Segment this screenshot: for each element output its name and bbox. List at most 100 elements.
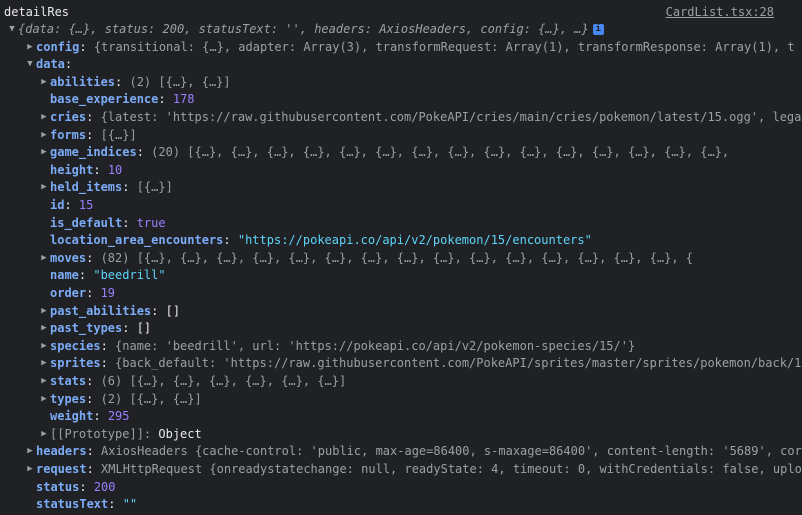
- property-key: id: [50, 197, 65, 212]
- colon: :: [122, 215, 137, 230]
- expand-right-icon[interactable]: ▶: [38, 127, 50, 144]
- expand-right-icon[interactable]: ▶: [38, 303, 50, 320]
- property-key: name: [50, 268, 79, 283]
- expand-right-icon[interactable]: ▶: [38, 338, 50, 355]
- property-row-status: ▶status: 200: [0, 479, 802, 496]
- property-value: {back_default: 'https://raw.githubuserco…: [115, 356, 802, 371]
- property-row-location-area-encounters: ▶location_area_encounters: "https://poke…: [0, 232, 802, 249]
- root-object-row[interactable]: ▼ {data: {…}, status: 200, statusText: ''…: [0, 21, 802, 38]
- colon: :: [86, 127, 101, 142]
- property-row-moves[interactable]: ▶ moves: (82) [{…}, {…}, {…}, {…}, {…}, {…: [0, 250, 802, 267]
- property-key: [[Prototype]]: [50, 426, 144, 441]
- expand-right-icon[interactable]: ▶: [38, 426, 50, 443]
- expand-right-icon[interactable]: ▶: [24, 461, 36, 478]
- expand-right-icon[interactable]: ▶: [38, 391, 50, 408]
- property-row-is-default: ▶is_default: true: [0, 215, 802, 232]
- property-key: statusText: [36, 497, 109, 512]
- expand-right-icon[interactable]: ▶: [38, 373, 50, 390]
- property-row-config[interactable]: ▶ config: {transitional: {…}, adapter: Ar…: [0, 39, 802, 56]
- property-row-id: ▶id: 15: [0, 197, 802, 214]
- property-value: Object: [158, 426, 202, 441]
- expand-right-icon[interactable]: ▶: [38, 179, 50, 196]
- info-icon[interactable]: i: [592, 24, 604, 35]
- property-row-sprites[interactable]: ▶ sprites: {back_default: 'https://raw.gi…: [0, 355, 802, 372]
- colon: :: [108, 497, 123, 512]
- colon: :: [122, 180, 137, 195]
- property-row-past-types[interactable]: ▶ past_types: []: [0, 320, 802, 337]
- property-key: weight: [50, 409, 94, 424]
- colon: :: [143, 426, 159, 441]
- property-key: headers: [36, 444, 87, 459]
- colon: :: [86, 444, 102, 459]
- property-key: held_items: [50, 180, 123, 195]
- root-object-preview: {data: {…}, status: 200, statusText: '',…: [18, 22, 589, 36]
- colon: :: [100, 338, 116, 353]
- expand-right-icon[interactable]: ▶: [24, 443, 36, 460]
- property-key: location_area_encounters: [50, 233, 224, 248]
- colon: :: [151, 303, 166, 318]
- property-value: true: [136, 215, 166, 230]
- property-row-past-abilities[interactable]: ▶ past_abilities: []: [0, 303, 802, 320]
- colon: :: [86, 285, 101, 300]
- property-key: species: [50, 338, 101, 353]
- property-row-statusText: ▶statusText: "": [0, 496, 802, 513]
- property-key: height: [50, 162, 94, 177]
- property-row-headers[interactable]: ▶ headers: AxiosHeaders {cache-control: '…: [0, 443, 802, 460]
- property-value: (2) [{…}, {…}]: [129, 74, 231, 89]
- property-key: config: [36, 39, 80, 54]
- property-key: past_types: [50, 321, 123, 336]
- colon: :: [100, 356, 116, 371]
- property-key: data: [36, 57, 65, 72]
- property-value: (82) [{…}, {…}, {…}, {…}, {…}, {…}, {…},…: [100, 250, 693, 265]
- property-key: game_indices: [50, 145, 137, 160]
- property-row-Prototype[interactable]: ▶ [[Prototype]]: Object: [0, 426, 802, 443]
- property-row-cries[interactable]: ▶ cries: {latest: 'https://raw.githubuser…: [0, 109, 802, 126]
- property-row-held-items[interactable]: ▶ held_items: [{…}]: [0, 179, 802, 196]
- property-value: "beedrill": [93, 268, 166, 283]
- expand-right-icon[interactable]: ▶: [38, 74, 50, 91]
- expand-down-icon[interactable]: ▼: [24, 56, 36, 73]
- property-value: 19: [100, 285, 116, 300]
- property-row-abilities[interactable]: ▶ abilities: (2) [{…}, {…}]: [0, 74, 802, 91]
- expand-right-icon[interactable]: ▶: [38, 144, 50, 161]
- colon: :: [86, 373, 101, 388]
- expand-right-icon[interactable]: ▶: [38, 355, 50, 372]
- property-row-game-indices[interactable]: ▶ game_indices: (20) [{…}, {…}, {…}, {…},…: [0, 144, 802, 161]
- property-row-stats[interactable]: ▶ stats: (6) [{…}, {…}, {…}, {…}, {…}, {……: [0, 373, 802, 390]
- colon: :: [122, 321, 137, 336]
- property-value: []: [136, 321, 152, 336]
- property-value: XMLHttpRequest {onreadystatechange: null…: [101, 461, 802, 476]
- colon: :: [86, 109, 101, 124]
- property-row-types[interactable]: ▶ types: (2) [{…}, {…}]: [0, 391, 802, 408]
- property-key: stats: [50, 373, 87, 388]
- colon: :: [86, 461, 102, 476]
- expand-right-icon[interactable]: ▶: [24, 39, 36, 56]
- colon: :: [93, 162, 108, 177]
- expand-down-icon[interactable]: ▼: [6, 21, 18, 38]
- property-key: is_default: [50, 215, 123, 230]
- property-value: (2) [{…}, {…}]: [100, 391, 202, 406]
- property-row-species[interactable]: ▶ species: {name: 'beedrill', url: 'https…: [0, 338, 802, 355]
- property-value: "": [122, 497, 138, 512]
- property-key: cries: [50, 109, 87, 124]
- property-key: request: [36, 461, 87, 476]
- property-value: [{…}]: [136, 180, 173, 195]
- property-value: 295: [107, 409, 130, 424]
- property-row-data[interactable]: ▼ data:: [0, 56, 802, 73]
- property-key: base_experience: [50, 92, 159, 107]
- expand-right-icon[interactable]: ▶: [38, 320, 50, 337]
- property-value: AxiosHeaders {cache-control: 'public, ma…: [101, 444, 802, 459]
- colon: :: [93, 409, 108, 424]
- expand-right-icon[interactable]: ▶: [38, 109, 50, 126]
- colon: :: [64, 57, 73, 72]
- property-row-weight: ▶weight: 295: [0, 408, 802, 425]
- expand-right-icon[interactable]: ▶: [38, 250, 50, 267]
- property-value: 10: [107, 162, 123, 177]
- source-link[interactable]: CardList.tsx:28: [659, 4, 774, 21]
- property-value: 200: [93, 479, 116, 494]
- property-value: {name: 'beedrill', url: 'https://pokeapi…: [115, 338, 636, 353]
- property-key: status: [36, 479, 80, 494]
- property-row-forms[interactable]: ▶ forms: [{…}]: [0, 127, 802, 144]
- property-row-request[interactable]: ▶ request: XMLHttpRequest {onreadystatech…: [0, 461, 802, 478]
- property-value: "https://pokeapi.co/api/v2/pokemon/15/en…: [237, 233, 592, 248]
